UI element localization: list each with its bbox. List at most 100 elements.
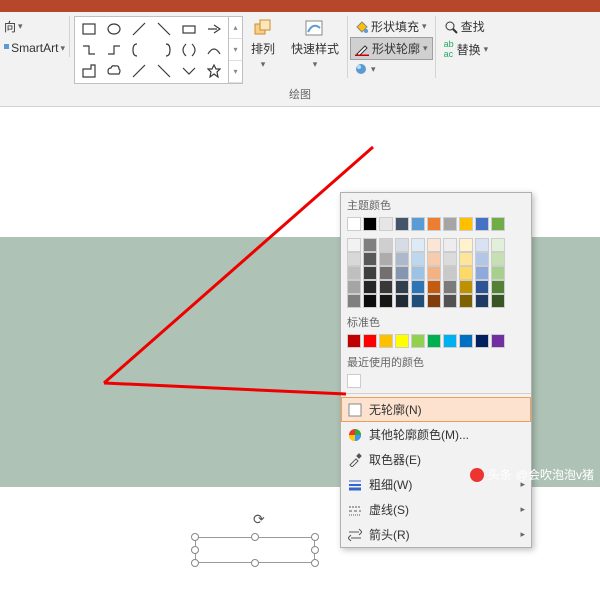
- color-swatch[interactable]: [347, 294, 361, 308]
- color-swatch[interactable]: [459, 334, 473, 348]
- resize-handle[interactable]: [311, 533, 319, 541]
- color-swatch[interactable]: [379, 266, 393, 280]
- color-swatch[interactable]: [427, 217, 441, 231]
- quickstyle-button[interactable]: 快速样式 ▾: [283, 16, 347, 72]
- color-swatch[interactable]: [459, 252, 473, 266]
- more-colors-item[interactable]: 其他轮廓颜色(M)...: [341, 422, 531, 447]
- shapes-gallery[interactable]: [74, 16, 229, 84]
- color-swatch[interactable]: [363, 334, 377, 348]
- color-swatch[interactable]: [379, 238, 393, 252]
- color-swatch[interactable]: [347, 374, 361, 388]
- color-swatch[interactable]: [491, 217, 505, 231]
- color-swatch[interactable]: [475, 238, 489, 252]
- color-swatch[interactable]: [443, 266, 457, 280]
- arrows-icon: [347, 528, 363, 542]
- color-swatch[interactable]: [363, 252, 377, 266]
- color-swatch[interactable]: [347, 252, 361, 266]
- resize-handle[interactable]: [251, 559, 259, 567]
- color-swatch[interactable]: [379, 217, 393, 231]
- resize-handle[interactable]: [251, 533, 259, 541]
- color-swatch[interactable]: [411, 266, 425, 280]
- color-swatch[interactable]: [427, 294, 441, 308]
- theme-shades-grid: [341, 236, 531, 310]
- arrange-button[interactable]: 排列 ▾: [243, 16, 283, 72]
- color-swatch[interactable]: [411, 217, 425, 231]
- color-swatch[interactable]: [395, 252, 409, 266]
- color-swatch[interactable]: [443, 252, 457, 266]
- color-swatch[interactable]: [475, 217, 489, 231]
- arrows-item[interactable]: 箭头(R) ▸: [341, 522, 531, 547]
- gallery-scroll[interactable]: ▴ ▾ ▾: [229, 16, 243, 84]
- color-swatch[interactable]: [363, 280, 377, 294]
- shape-effects-button[interactable]: ▾: [350, 60, 433, 78]
- color-swatch[interactable]: [427, 238, 441, 252]
- color-swatch[interactable]: [379, 252, 393, 266]
- color-swatch[interactable]: [347, 238, 361, 252]
- color-swatch[interactable]: [491, 294, 505, 308]
- color-swatch[interactable]: [491, 252, 505, 266]
- color-swatch[interactable]: [459, 217, 473, 231]
- color-swatch[interactable]: [395, 280, 409, 294]
- resize-handle[interactable]: [191, 559, 199, 567]
- color-swatch[interactable]: [475, 294, 489, 308]
- replace-button[interactable]: abac 替换 ▾: [440, 37, 493, 61]
- smartart-button[interactable]: SmartArt: [11, 41, 58, 55]
- watermark-handle: @会吹泡泡v猪: [516, 466, 594, 483]
- color-swatch[interactable]: [363, 266, 377, 280]
- color-swatch[interactable]: [379, 294, 393, 308]
- color-swatch[interactable]: [347, 334, 361, 348]
- color-swatch[interactable]: [459, 280, 473, 294]
- color-swatch[interactable]: [427, 252, 441, 266]
- resize-handle[interactable]: [191, 546, 199, 554]
- color-swatch[interactable]: [443, 280, 457, 294]
- resize-handle[interactable]: [311, 559, 319, 567]
- color-swatch[interactable]: [411, 334, 425, 348]
- shape-fill-button[interactable]: 形状填充 ▾: [350, 16, 433, 37]
- rotate-handle-icon[interactable]: ⟳: [253, 511, 265, 528]
- color-swatch[interactable]: [459, 238, 473, 252]
- color-swatch[interactable]: [443, 334, 457, 348]
- no-outline-item[interactable]: 无轮廓(N): [341, 397, 531, 422]
- color-swatch[interactable]: [491, 266, 505, 280]
- color-swatch[interactable]: [411, 252, 425, 266]
- color-swatch[interactable]: [491, 334, 505, 348]
- color-swatch[interactable]: [443, 238, 457, 252]
- color-swatch[interactable]: [395, 334, 409, 348]
- dashes-item[interactable]: 虚线(S) ▸: [341, 497, 531, 522]
- color-swatch[interactable]: [395, 294, 409, 308]
- color-swatch[interactable]: [491, 280, 505, 294]
- resize-handle[interactable]: [311, 546, 319, 554]
- color-swatch[interactable]: [363, 294, 377, 308]
- color-swatch[interactable]: [395, 266, 409, 280]
- selected-shape[interactable]: ⟳: [180, 527, 330, 567]
- color-swatch[interactable]: [427, 280, 441, 294]
- color-swatch[interactable]: [459, 294, 473, 308]
- color-swatch[interactable]: [475, 280, 489, 294]
- find-button[interactable]: 查找: [440, 16, 493, 37]
- color-swatch[interactable]: [379, 280, 393, 294]
- color-swatch[interactable]: [475, 266, 489, 280]
- color-swatch[interactable]: [363, 217, 377, 231]
- color-swatch[interactable]: [379, 334, 393, 348]
- color-swatch[interactable]: [427, 334, 441, 348]
- color-swatch[interactable]: [443, 217, 457, 231]
- resize-handle[interactable]: [191, 533, 199, 541]
- color-swatch[interactable]: [411, 238, 425, 252]
- color-swatch[interactable]: [363, 238, 377, 252]
- shape-outline-button[interactable]: 形状轮廓 ▾: [350, 37, 433, 60]
- color-swatch[interactable]: [347, 266, 361, 280]
- color-swatch[interactable]: [347, 280, 361, 294]
- color-swatch[interactable]: [395, 217, 409, 231]
- color-swatch[interactable]: [347, 217, 361, 231]
- color-swatch[interactable]: [475, 252, 489, 266]
- canvas[interactable]: ⟳ 主题颜色 标准色 最近使用的颜色 无轮廓(N) 其他轮廓颜色(M)... 取…: [0, 107, 600, 487]
- color-swatch[interactable]: [475, 334, 489, 348]
- direction-button[interactable]: 向: [4, 18, 16, 35]
- color-swatch[interactable]: [411, 294, 425, 308]
- color-swatch[interactable]: [443, 294, 457, 308]
- color-swatch[interactable]: [427, 266, 441, 280]
- color-swatch[interactable]: [395, 238, 409, 252]
- color-swatch[interactable]: [411, 280, 425, 294]
- color-swatch[interactable]: [459, 266, 473, 280]
- color-swatch[interactable]: [491, 238, 505, 252]
